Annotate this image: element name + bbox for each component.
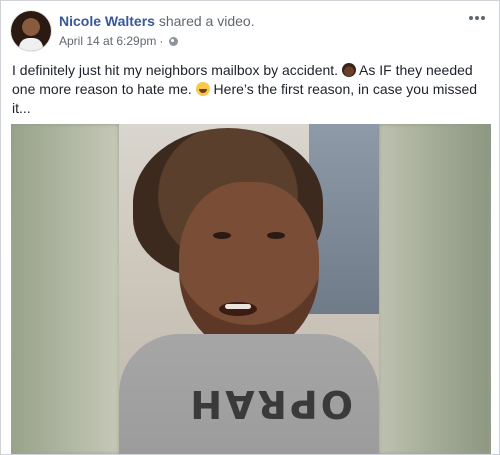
author-name-link[interactable]: Nicole Walters [59, 13, 155, 29]
face [179, 182, 319, 352]
video-frame: OPRAH [119, 124, 379, 454]
left-eye [213, 232, 231, 239]
video-player[interactable]: OPRAH [11, 124, 491, 454]
more-dot [481, 16, 485, 20]
more-dot [469, 16, 473, 20]
post-body-text: I definitely just hit my neighbors mailb… [12, 61, 490, 118]
laughing-emoji-icon [195, 82, 210, 96]
post-header: Nicole Walters shared a video. [59, 12, 255, 30]
video-blur-left [11, 124, 119, 454]
shirt-print-text: OPRAH [187, 382, 353, 426]
mouth [219, 302, 257, 316]
video-post-card: Nicole Walters shared a video. April 14 … [0, 0, 500, 455]
author-avatar[interactable] [11, 11, 51, 51]
post-meta: April 14 at 6:29pm · [59, 33, 179, 49]
post-timestamp[interactable]: April 14 at 6:29pm [59, 33, 156, 49]
right-eye [267, 232, 285, 239]
more-options-icon[interactable] [465, 11, 489, 25]
meta-separator: · [159, 34, 164, 48]
post-text-part-1: I definitely just hit my neighbors mailb… [12, 62, 342, 78]
avatar-shirt [19, 38, 43, 51]
post-action-text: shared a video. [154, 13, 255, 29]
video-blur-right [379, 124, 491, 454]
globe-icon [169, 36, 179, 46]
woman-facepalming-emoji-icon [341, 63, 356, 77]
more-dot [475, 16, 479, 20]
